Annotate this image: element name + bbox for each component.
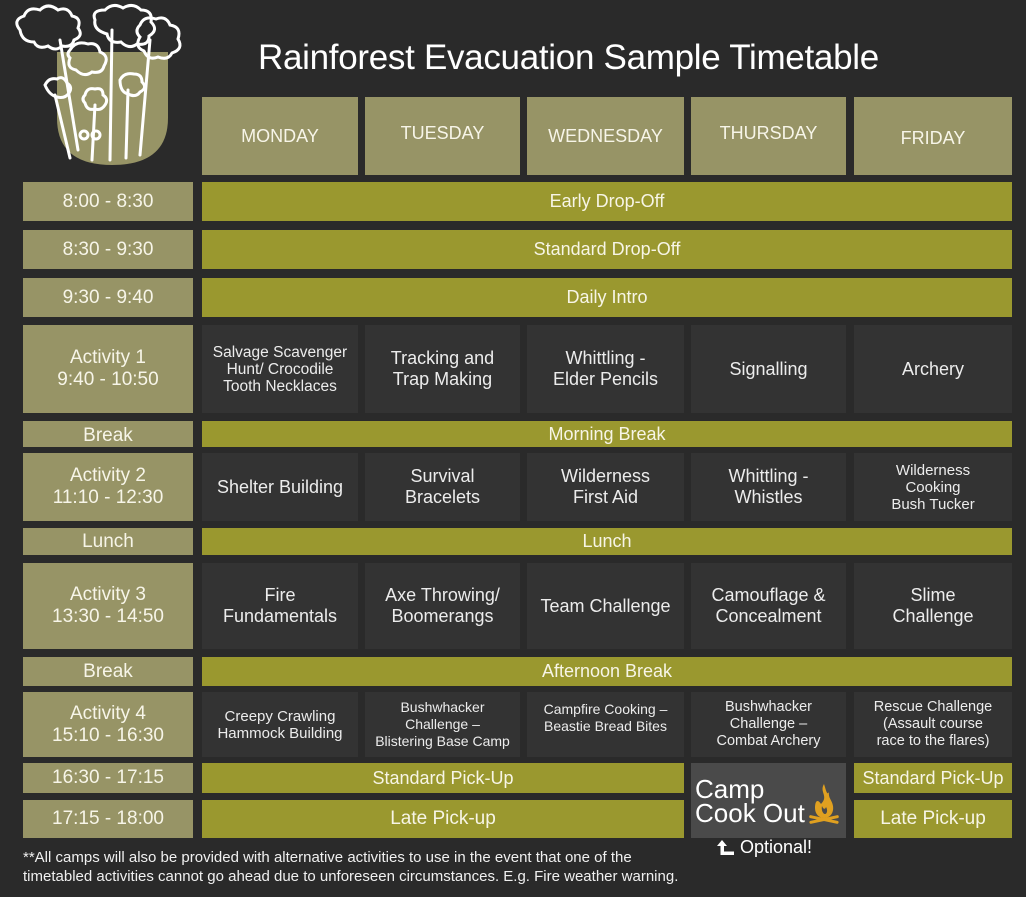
band-lunch: Lunch [202,528,1012,555]
activity-cell: Fire Fundamentals [202,563,358,649]
rainforest-trees-logo-icon [15,3,182,165]
page-title: Rainforest Evacuation Sample Timetable [258,38,879,77]
day-header-thursday: THURSDAY [691,97,846,175]
activity-cell: Axe Throwing/ Boomerangs [365,563,520,649]
optional-label: Optional! [740,837,813,857]
band-standard-pick-up-mon-wed: Standard Pick-Up [202,763,684,793]
time-slot-activity-2: Activity 2 11:10 - 12:30 [23,453,193,521]
arrow-up-left-icon [717,840,734,855]
day-header-monday: MONDAY [202,97,358,175]
time-slot: 9:30 - 9:40 [23,278,193,317]
band-early-drop-off: Early Drop-Off [202,182,1012,221]
activity-cell: Wilderness Cooking Bush Tucker [854,453,1012,521]
camp-cook-out-label: Camp Cook Out [695,773,805,828]
activity-cell: Rescue Challenge (Assault course race to… [854,692,1012,757]
time-slot: 17:15 - 18:00 [23,800,193,838]
band-morning-break: Morning Break [202,421,1012,447]
activity-cell: Team Challenge [527,563,684,649]
activity-cell: Camouflage & Concealment [691,563,846,649]
activity-cell: Survival Bracelets [365,453,520,521]
day-header-friday: FRIDAY [854,97,1012,175]
campfire-icon [809,783,839,824]
activity-cell: Wilderness First Aid [527,453,684,521]
activity-cell: Whittling - Whistles [691,453,846,521]
time-slot: 8:00 - 8:30 [23,182,193,221]
activity-cell: Campfire Cooking – Beastie Bread Bites [527,692,684,757]
activity-cell: Shelter Building [202,453,358,521]
time-slot-activity-4: Activity 4 15:10 - 16:30 [23,692,193,757]
day-header-wednesday: WEDNESDAY [527,97,684,175]
day-header-tuesday: TUESDAY [365,97,520,175]
optional-note: Optional! [716,837,812,858]
band-afternoon-break: Afternoon Break [202,657,1012,686]
time-slot-break: Break [23,421,193,447]
activity-cell: Salvage Scavenger Hunt/ Crocodile Tooth … [202,325,358,413]
activity-cell: Whittling - Elder Pencils [527,325,684,413]
band-standard-drop-off: Standard Drop-Off [202,230,1012,269]
band-daily-intro: Daily Intro [202,278,1012,317]
time-slot-break: Break [23,657,193,686]
band-late-pick-up-mon-wed: Late Pick-up [202,800,684,838]
footnote: **All camps will also be provided with a… [23,849,679,885]
camp-cook-out-cell: Camp Cook Out [691,763,846,838]
activity-cell: Archery [854,325,1012,413]
time-slot-activity-3: Activity 3 13:30 - 14:50 [23,563,193,649]
band-standard-pick-up-fri: Standard Pick-Up [854,763,1012,793]
activity-cell: Bushwhacker Challenge – Blistering Base … [365,692,520,757]
activity-cell: Signalling [691,325,846,413]
time-slot-activity-1: Activity 1 9:40 - 10:50 [23,325,193,413]
band-late-pick-up-fri: Late Pick-up [854,800,1012,838]
activity-cell: Tracking and Trap Making [365,325,520,413]
activity-cell: Bushwhacker Challenge – Combat Archery [691,692,846,757]
activity-cell: Slime Challenge [854,563,1012,649]
time-slot: 8:30 - 9:30 [23,230,193,269]
activity-cell: Creepy Crawling Hammock Building [202,692,358,757]
time-slot-lunch: Lunch [23,528,193,555]
time-slot: 16:30 - 17:15 [23,763,193,793]
